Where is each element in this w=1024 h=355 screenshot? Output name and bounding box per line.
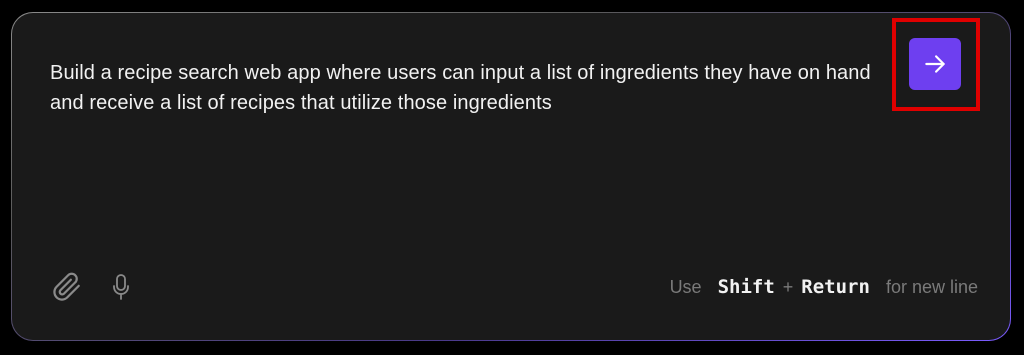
hint-use: Use: [669, 276, 702, 297]
prompt-card: Build a recipe search web app where user…: [12, 13, 1010, 340]
newline-hint: Use Shift + Return for new line: [670, 273, 978, 301]
microphone-icon: [109, 272, 133, 305]
hint-return-key: Return: [801, 276, 870, 298]
hint-plus: +: [782, 276, 794, 297]
paperclip-icon: [52, 272, 82, 305]
hint-shift-key: Shift: [717, 276, 775, 298]
microphone-button[interactable]: [106, 271, 136, 305]
attach-button[interactable]: [50, 271, 84, 305]
prompt-input[interactable]: Build a recipe search web app where user…: [50, 58, 900, 118]
prompt-card-border: Build a recipe search web app where user…: [11, 12, 1011, 341]
hint-suffix: for new line: [885, 276, 978, 297]
highlight-box: [892, 18, 980, 111]
